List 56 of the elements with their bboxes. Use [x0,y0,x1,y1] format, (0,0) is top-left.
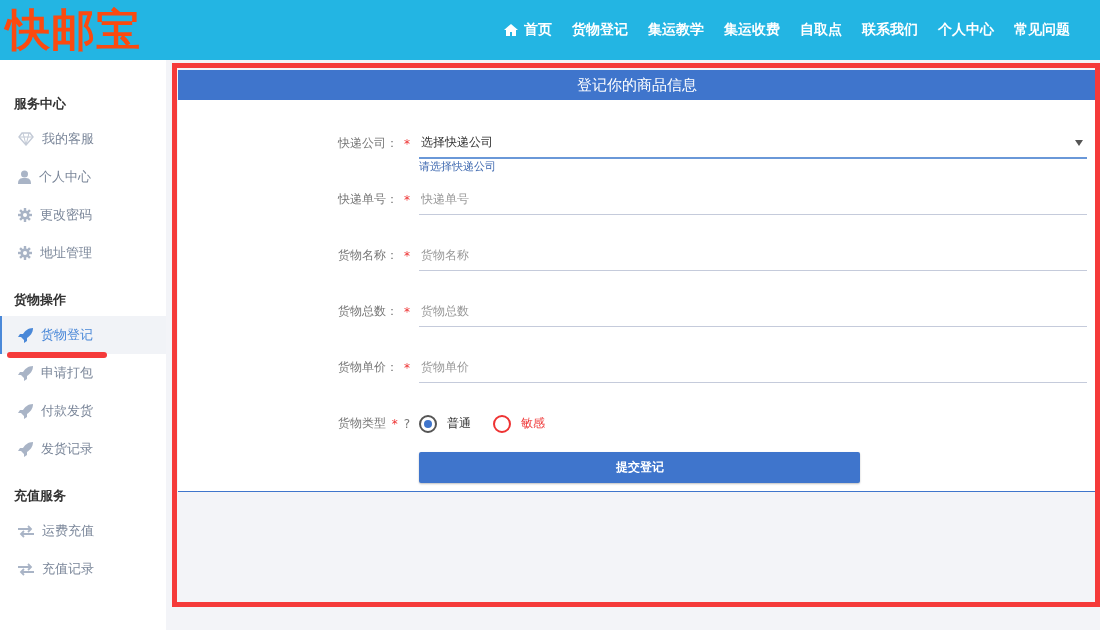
section-title: 服务中心 [13,95,67,113]
rocket-icon [18,327,33,343]
required-mark: * [404,360,410,375]
option-label: 敏感 [521,415,545,432]
field-label: 快递公司： [338,135,398,152]
sidebar-item[interactable]: 充值记录 [0,550,166,588]
nav-link[interactable]: 联系我们 [852,21,928,39]
field-label: 货物单价： [338,359,398,376]
diamond-icon [18,132,34,146]
sidebar-item[interactable]: 我的客服 [0,120,166,158]
caret-icon [1075,137,1083,148]
sidebar-item[interactable]: 个人中心 [0,158,166,196]
user-icon [18,170,31,184]
required-mark: * [391,416,398,431]
nav-link[interactable]: 常见问题 [1004,21,1080,39]
courier-select[interactable]: 选择快递公司 [419,128,1087,159]
rocket-icon [18,441,33,457]
gear-icon [18,246,32,260]
sidebar-item[interactable]: 付款发货 [0,392,166,430]
rocket-icon [18,365,33,381]
section-title: 货物操作 [13,291,67,309]
required-mark: * [404,192,410,207]
radio-option[interactable]: 敏感 [493,414,545,433]
gear-icon [18,208,32,222]
field-label: 货物名称： [338,247,398,264]
submit-button[interactable]: 提交登记 [419,452,860,483]
section-title: 充值服务 [13,487,67,505]
nav-link[interactable]: 货物登记 [562,21,638,39]
form-title: 登记你的商品信息 [178,70,1095,100]
required-mark: * [404,248,410,263]
help-mark: ? [403,416,410,431]
sidebar-item[interactable]: 运费充值 [0,512,166,550]
field-label: 快递单号： [338,191,398,208]
radio-button[interactable] [419,414,437,433]
validation-hint: 请选择快递公司 [419,159,496,175]
home-icon [504,24,518,36]
nav-link[interactable]: 首页 [494,21,562,39]
sidebar-item[interactable]: 货物登记 [0,316,166,354]
field-label: 货物类型 [337,415,386,432]
rocket-icon [18,403,33,419]
radio-button[interactable] [493,414,511,433]
option-label: 普通 [447,415,471,432]
nav-link[interactable]: 集运教学 [638,21,714,39]
required-mark: * [404,304,410,319]
nav-link[interactable]: 自取点 [790,21,852,39]
radio-option[interactable]: 普通 [419,414,471,433]
sidebar-item[interactable]: 申请打包 [0,354,166,392]
sidebar-item[interactable]: 地址管理 [0,234,166,272]
field-label: 货物总数： [338,303,398,320]
required-mark: * [404,136,410,151]
exchange-arrows-icon [18,524,34,538]
nav-link[interactable]: 集运收费 [714,21,790,39]
exchange-arrows-icon [18,562,34,576]
sidebar-item[interactable]: 更改密码 [0,196,166,234]
sidebar-item[interactable]: 发货记录 [0,430,166,468]
nav-link[interactable]: 个人中心 [928,21,1004,39]
